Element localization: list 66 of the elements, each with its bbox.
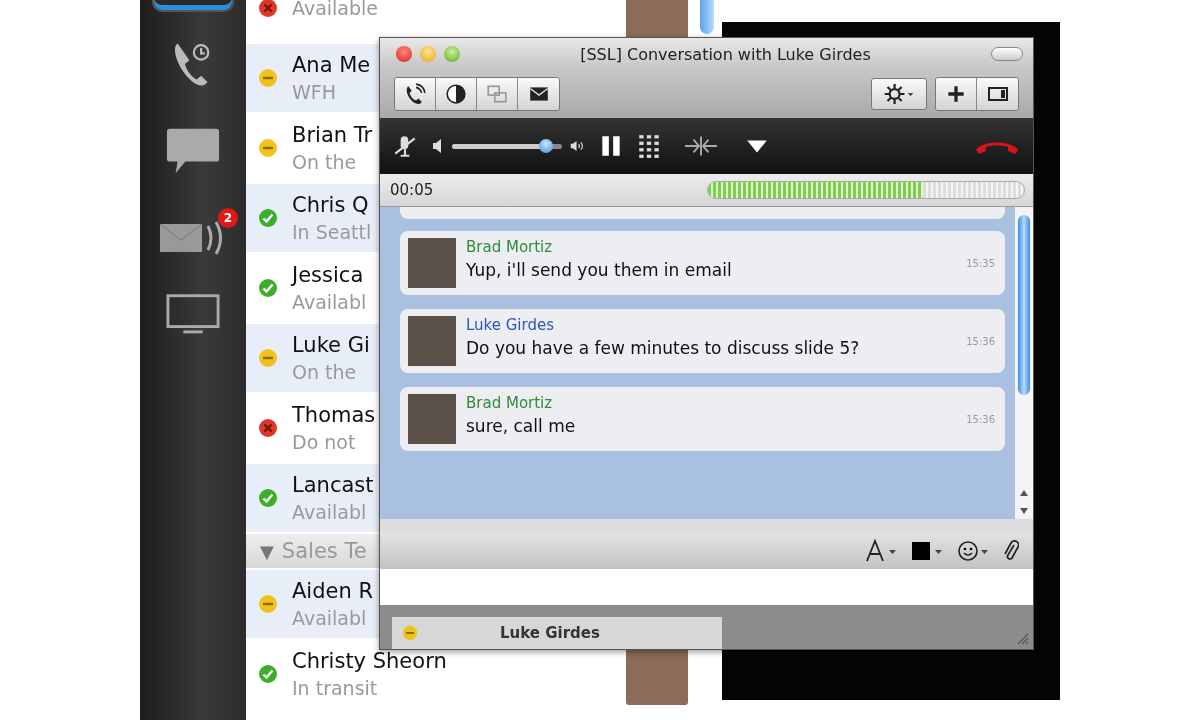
message-text: sure, call me <box>466 416 577 436</box>
contact-name: Chris Q <box>292 193 370 217</box>
contact-status: In transit <box>292 677 379 699</box>
close-button[interactable] <box>396 46 412 62</box>
email-button[interactable] <box>518 78 559 110</box>
sidebar-button[interactable] <box>152 0 234 12</box>
window-title: [SSL] Conversation with Luke Girdes <box>579 44 872 64</box>
add-button[interactable] <box>936 78 977 110</box>
volume-high-icon <box>570 138 586 154</box>
font-dropdown-icon[interactable] <box>865 539 899 563</box>
contact-name: Christy Sheorn <box>292 649 447 673</box>
conversation-tab[interactable]: Luke Girdes <box>392 617 722 649</box>
scrollbar-thumb[interactable] <box>1018 215 1030 395</box>
contact-status: Availabl <box>292 607 368 629</box>
message-input-field[interactable] <box>380 569 1033 605</box>
contact-status: In Seattl <box>292 221 372 243</box>
message-time: 15:36 <box>966 413 995 425</box>
contact-name: Luke Gi <box>292 333 370 357</box>
contact-name: Brian Tr <box>292 123 373 147</box>
sender-name[interactable]: Brad Mortiz <box>466 238 957 256</box>
sender-name[interactable]: Brad Mortiz <box>466 394 957 412</box>
message-text: Yup, i'll send you them in email <box>466 260 733 280</box>
slider-thumb[interactable] <box>538 138 553 153</box>
contrast-button[interactable] <box>436 78 477 110</box>
contact-status: Availabl <box>292 291 367 313</box>
expand-triangle[interactable]: ▼ <box>260 540 274 562</box>
photo-placeholder <box>408 316 456 366</box>
contact-name: Lancast <box>292 473 374 497</box>
contact-status: Do not <box>292 431 357 453</box>
emoticon-dropdown-icon[interactable] <box>957 539 991 563</box>
overlapping-windows-icon <box>486 83 508 105</box>
half-circle-icon <box>445 83 467 105</box>
mute-microphone-icon[interactable] <box>392 133 418 159</box>
contact-status: On the <box>292 151 358 173</box>
contact-status: WFH <box>292 81 337 103</box>
contact-status: Available <box>292 0 378 19</box>
scroll-up-arrow-icon[interactable] <box>1019 489 1029 497</box>
contact-status: Availabl <box>292 501 368 523</box>
contact-name: Jessica <box>292 263 365 287</box>
photo-placeholder <box>408 238 456 288</box>
contact-status: On the <box>292 361 358 383</box>
settings-icon <box>883 83 915 105</box>
group-name: Sales Te <box>281 539 367 563</box>
plus-icon <box>945 83 967 105</box>
keypad-icon[interactable] <box>636 133 662 159</box>
message-time: 15:35 <box>966 257 995 269</box>
paperclip-icon[interactable] <box>1003 539 1019 563</box>
toolbar-toggle-button[interactable] <box>991 47 1023 61</box>
call-button[interactable] <box>395 78 436 110</box>
resize-grip-icon[interactable] <box>1017 633 1029 645</box>
call-timer: 00:05 <box>390 181 434 199</box>
phone-icon <box>404 83 426 105</box>
message-text: Do you have a few minutes to discuss slide 5? <box>466 338 861 358</box>
contact-name: Thomas <box>292 403 376 427</box>
notification-badge: 2 <box>218 208 238 228</box>
merge-arrows-icon[interactable] <box>684 133 718 159</box>
scroll-down-arrow-icon[interactable] <box>1019 507 1029 515</box>
photo-placeholder <box>408 394 456 444</box>
settings-dropdown[interactable] <box>871 78 927 110</box>
contact-name: Aiden R <box>292 579 374 603</box>
scrollbar[interactable] <box>1015 207 1033 519</box>
contact-name: Ana Me <box>292 53 371 77</box>
panel-button[interactable] <box>977 78 1018 110</box>
text-color-dropdown-icon[interactable] <box>911 539 945 563</box>
sender-name[interactable]: Luke Girdes <box>466 316 957 334</box>
message-time: 15:36 <box>966 335 995 347</box>
